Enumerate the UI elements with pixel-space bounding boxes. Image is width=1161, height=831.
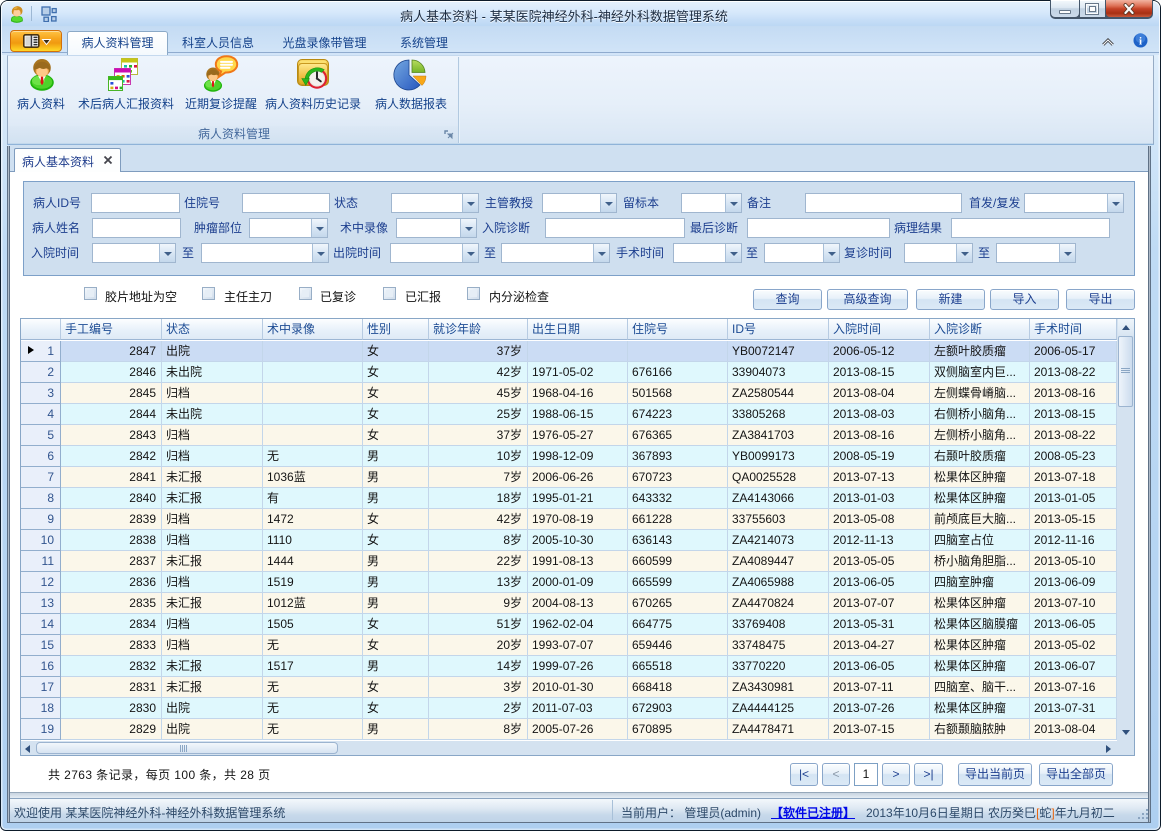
svg-text:i: i bbox=[1139, 36, 1142, 48]
